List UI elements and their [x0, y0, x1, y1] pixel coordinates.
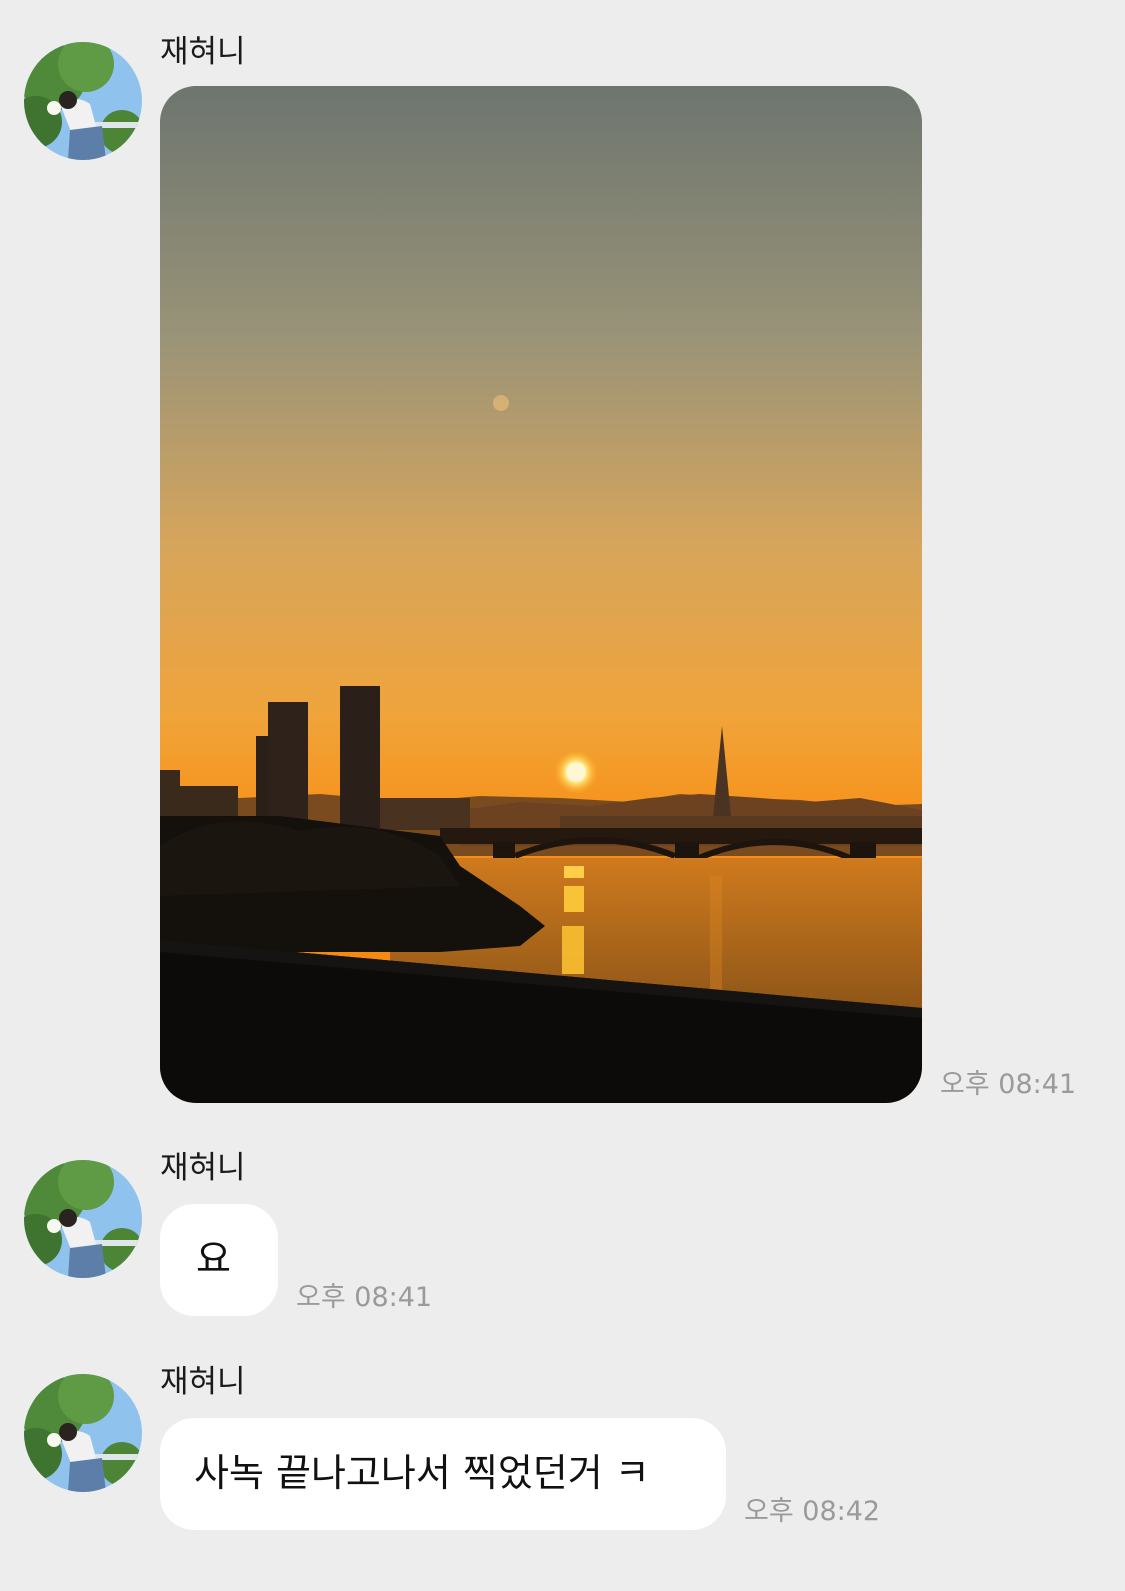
avatar[interactable]	[24, 1374, 142, 1492]
timestamp: 오후 08:41	[940, 1069, 1077, 1100]
profile-photo	[24, 1160, 142, 1278]
profile-photo	[24, 1374, 142, 1492]
message-bubble[interactable]: 사녹 끝나고나서 찍었던거 ㅋ	[160, 1418, 726, 1530]
sender-name: 재혀니	[160, 1150, 246, 1186]
message-text: 사녹 끝나고나서 찍었던거 ㅋ	[194, 1451, 650, 1495]
timestamp: 오후 08:41	[296, 1282, 433, 1313]
profile-photo	[24, 42, 142, 160]
message-text: 재혀니 요 오후 08:41	[0, 1150, 1125, 1330]
avatar[interactable]	[24, 42, 142, 160]
timestamp: 오후 08:42	[744, 1496, 881, 1527]
sunset-photo	[160, 86, 922, 1103]
message-text: 재혀니 사녹 끝나고나서 찍었던거 ㅋ 오후 08:42	[0, 1364, 1125, 1544]
photo-message[interactable]	[160, 86, 922, 1103]
message-photo: 재혀니 오후 08:41	[0, 0, 1125, 1110]
sender-name: 재혀니	[160, 34, 246, 70]
sender-name: 재혀니	[160, 1364, 246, 1400]
message-text: 요	[196, 1237, 231, 1281]
avatar[interactable]	[24, 1160, 142, 1278]
message-bubble[interactable]: 요	[160, 1204, 278, 1316]
